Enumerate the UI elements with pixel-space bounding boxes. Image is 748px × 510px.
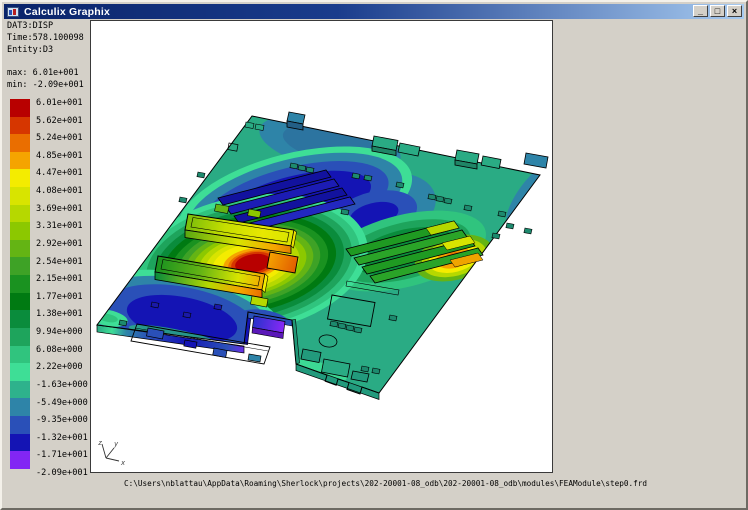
legend-label: 4.47e+001 xyxy=(36,168,83,178)
legend-label: -1.71e+001 xyxy=(36,450,88,460)
cgx-window: Calculix Graphix _ □ × DAT3:DISP Time:57… xyxy=(0,0,748,510)
legend-color-cell xyxy=(10,293,30,311)
legend-label: -1.63e+000 xyxy=(36,380,88,390)
legend-color-cell xyxy=(10,434,30,452)
legend-color-cell xyxy=(10,99,30,117)
legend-label: 9.94e+000 xyxy=(36,327,83,337)
legend-color-cell xyxy=(10,152,30,170)
legend-labels: 6.01e+001 5.62e+001 5.24e+001 4.85e+001 4.47… xyxy=(36,2,90,510)
legend-label: 3.69e+001 xyxy=(36,204,83,214)
legend-label: 1.38e+001 xyxy=(36,309,83,319)
legend-color-cell xyxy=(10,310,30,328)
legend-color-cell xyxy=(10,134,30,152)
maximize-button[interactable]: □ xyxy=(710,5,725,17)
legend-color-cell xyxy=(10,169,30,187)
legend-label: 4.85e+001 xyxy=(36,151,83,161)
legend-label: 4.08e+001 xyxy=(36,186,83,196)
legend-label: 5.24e+001 xyxy=(36,133,83,143)
legend-color-cell xyxy=(10,222,30,240)
legend-color-cell xyxy=(10,205,30,223)
titlebar[interactable]: Calculix Graphix _ □ × xyxy=(4,4,744,19)
legend-label: -5.49e+000 xyxy=(36,398,88,408)
legend-color-cell xyxy=(10,257,30,275)
legend-color-cell xyxy=(10,363,30,381)
legend-color-cell xyxy=(10,275,30,293)
legend-label: 2.22e+000 xyxy=(36,362,83,372)
legend-label: 2.54e+001 xyxy=(36,257,83,267)
legend-label: 2.92e+001 xyxy=(36,239,83,249)
legend-color-cell xyxy=(10,416,30,434)
app-icon xyxy=(7,7,19,17)
legend-label: 1.77e+001 xyxy=(36,292,83,302)
legend-color-cell xyxy=(10,346,30,364)
legend-color-cell xyxy=(10,381,30,399)
legend-color-cell xyxy=(10,117,30,135)
legend-color-cell xyxy=(10,451,30,469)
legend-label: 3.31e+001 xyxy=(36,221,83,231)
legend-label: -9.35e+000 xyxy=(36,415,88,425)
statusbar-file-path: C:\Users\nblattau\AppData\Roaming\Sherlo… xyxy=(124,479,647,488)
legend-color-cell xyxy=(10,187,30,205)
minimize-button[interactable]: _ xyxy=(693,5,708,17)
legend-colorbar xyxy=(10,99,30,469)
legend-label: 6.08e+000 xyxy=(36,345,83,355)
legend-color-cell xyxy=(10,398,30,416)
legend-label: 6.01e+001 xyxy=(36,98,83,108)
legend-color-cell xyxy=(10,240,30,258)
close-button[interactable]: × xyxy=(727,5,742,17)
model-canvas[interactable] xyxy=(90,20,553,473)
legend-label: -2.09e+001 xyxy=(36,468,88,478)
legend-color-cell xyxy=(10,328,30,346)
legend-label: 2.15e+001 xyxy=(36,274,83,284)
legend-label: -1.32e+001 xyxy=(36,433,88,443)
legend-label: 5.62e+001 xyxy=(36,116,83,126)
